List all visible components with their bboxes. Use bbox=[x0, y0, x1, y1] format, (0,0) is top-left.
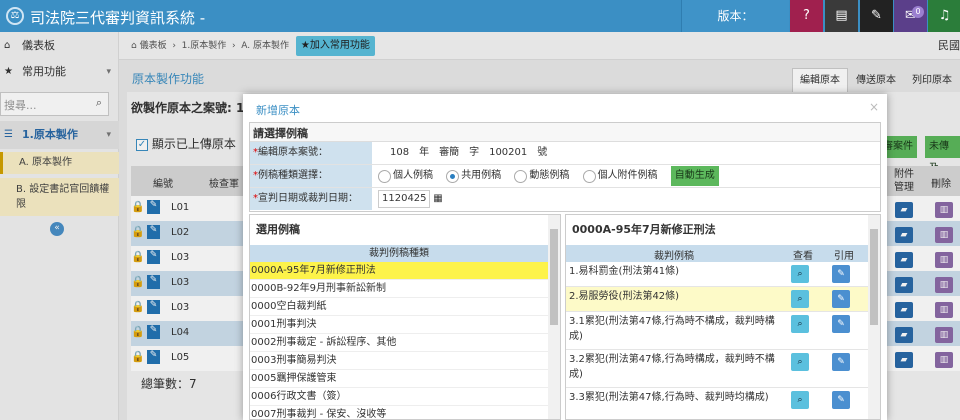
use-button[interactable]: ✎ bbox=[832, 353, 850, 371]
left-panel-title: 選用例稿 bbox=[256, 223, 300, 236]
use-button[interactable]: ✎ bbox=[832, 265, 850, 283]
mail-badge: 0 bbox=[912, 6, 924, 18]
form-section-title: 請選擇例稿 bbox=[250, 123, 880, 142]
table-row: 3.1累犯(刑法第47條,行為時不構成，裁判時構成) ⌕ ✎ bbox=[566, 312, 868, 350]
table-row: 2.易服勞役(刑法第42條) ⌕ ✎ bbox=[566, 287, 868, 312]
radio-personal-attachment[interactable] bbox=[582, 169, 596, 183]
list-item[interactable]: 0000空白裁判紙 bbox=[250, 298, 548, 316]
draft-type-row: *例稿種類選擇： 個人例稿 共用例稿 動態例稿 個人附件例稿 自動生成 bbox=[250, 165, 880, 188]
template-name: 2.易服勞役(刑法第42條) bbox=[569, 291, 680, 302]
draft-category-panel: 選用例稿 裁判例稿種類 0000A-95年7月新修正刑法 0000B-92年9月刑… bbox=[249, 214, 561, 420]
template-name: 3.3累犯(刑法第47條,行為時、裁判時均構成) bbox=[569, 392, 769, 403]
table-row: 3.2累犯(刑法第47條,行為時構成，裁判時不構成) ⌕ ✎ bbox=[566, 350, 868, 388]
help-button[interactable]: ? bbox=[790, 0, 823, 32]
list-item[interactable]: 0001刑事判決 bbox=[250, 316, 548, 334]
list-item[interactable]: 0007刑事裁判 - 保安、沒收等 bbox=[250, 406, 548, 419]
case-number-row: *編輯原本案號： 108 年 審簡 字 100201 號 bbox=[250, 142, 880, 165]
case-number-value: 108 年 審簡 字 100201 號 bbox=[390, 147, 548, 158]
radio-shared[interactable] bbox=[446, 169, 460, 183]
draft-category-list: 0000A-95年7月新修正刑法 0000B-92年9月刑事新訟新制 0000空白裁… bbox=[250, 262, 560, 419]
calendar-icon[interactable]: ▦ bbox=[433, 193, 442, 204]
date-input[interactable]: 1120425 bbox=[378, 190, 430, 208]
view-button[interactable]: ⌕ bbox=[791, 290, 809, 308]
table-row: 3.3累犯(刑法第47條,行為時、裁判時均構成) ⌕ ✎ bbox=[566, 388, 868, 419]
list-item[interactable]: 0000A-95年7月新修正刑法 bbox=[250, 262, 548, 280]
left-column-header: 裁判例稿種類 bbox=[250, 245, 548, 262]
list-item[interactable]: 0003刑事簡易判決 bbox=[250, 352, 548, 370]
film-icon[interactable]: ▤ bbox=[825, 0, 858, 32]
close-icon[interactable]: × bbox=[869, 100, 879, 114]
view-button[interactable]: ⌕ bbox=[791, 265, 809, 283]
use-button[interactable]: ✎ bbox=[832, 315, 850, 333]
new-draft-modal: 新增原本 × 請選擇例稿 *編輯原本案號： 108 年 審簡 字 100201 … bbox=[243, 94, 887, 420]
left-scrollbar[interactable] bbox=[548, 215, 560, 419]
right-column-header: 裁判例稿 查看 引用 bbox=[566, 245, 868, 262]
scales-icon: ⚖ bbox=[6, 7, 24, 25]
list-item[interactable]: 0000B-92年9月刑事新訟新制 bbox=[250, 280, 548, 298]
list-item[interactable]: 0005羈押保護管束 bbox=[250, 370, 548, 388]
use-button[interactable]: ✎ bbox=[832, 290, 850, 308]
template-name: 3.2累犯(刑法第47條,行為時構成，裁判時不構成) bbox=[569, 354, 775, 380]
date-row: *宣判日期或裁判日期： 1120425 ▦ bbox=[250, 188, 880, 211]
draft-template-panel: 0000A-95年7月新修正刑法 裁判例稿 查看 引用 1.易科罰金(刑法第41… bbox=[565, 214, 881, 420]
template-name: 1.易科罰金(刑法第41條) bbox=[569, 266, 680, 277]
version-label: 版本：JUD1101231 bbox=[681, 0, 789, 55]
right-scrollbar[interactable] bbox=[868, 215, 880, 419]
draft-form: 請選擇例稿 *編輯原本案號： 108 年 審簡 字 100201 號 *例稿種類… bbox=[249, 122, 881, 212]
right-panel-title: 0000A-95年7月新修正刑法 bbox=[572, 223, 716, 236]
table-row: 1.易科罰金(刑法第41條) ⌕ ✎ bbox=[566, 262, 868, 287]
radio-dynamic[interactable] bbox=[514, 169, 528, 183]
auto-generate-button[interactable]: 自動生成 bbox=[670, 166, 719, 186]
view-button[interactable]: ⌕ bbox=[791, 353, 809, 371]
use-button[interactable]: ✎ bbox=[832, 391, 850, 409]
modal-title: 新增原本 bbox=[256, 104, 300, 117]
radio-personal[interactable] bbox=[378, 169, 391, 183]
top-bar: ⚖ 司法院三代審判資訊系統 - 版本：JUD1101231 ? ▤ ✎ ✉0 ♫ bbox=[0, 0, 960, 55]
template-name: 3.1累犯(刑法第47條,行為時不構成，裁判時構成) bbox=[569, 316, 775, 342]
app-title: 司法院三代審判資訊系統 - bbox=[30, 9, 206, 27]
bell-icon[interactable]: ♫ bbox=[928, 0, 960, 32]
view-button[interactable]: ⌕ bbox=[791, 315, 809, 333]
list-item[interactable]: 0002刑事裁定 - 訴訟程序、其他 bbox=[250, 334, 548, 352]
view-button[interactable]: ⌕ bbox=[791, 391, 809, 409]
list-item[interactable]: 0006行政文書（簽） bbox=[250, 388, 548, 406]
mail-button[interactable]: ✉ 0 bbox=[894, 0, 927, 32]
wrench-icon[interactable]: ✎ bbox=[860, 0, 893, 32]
